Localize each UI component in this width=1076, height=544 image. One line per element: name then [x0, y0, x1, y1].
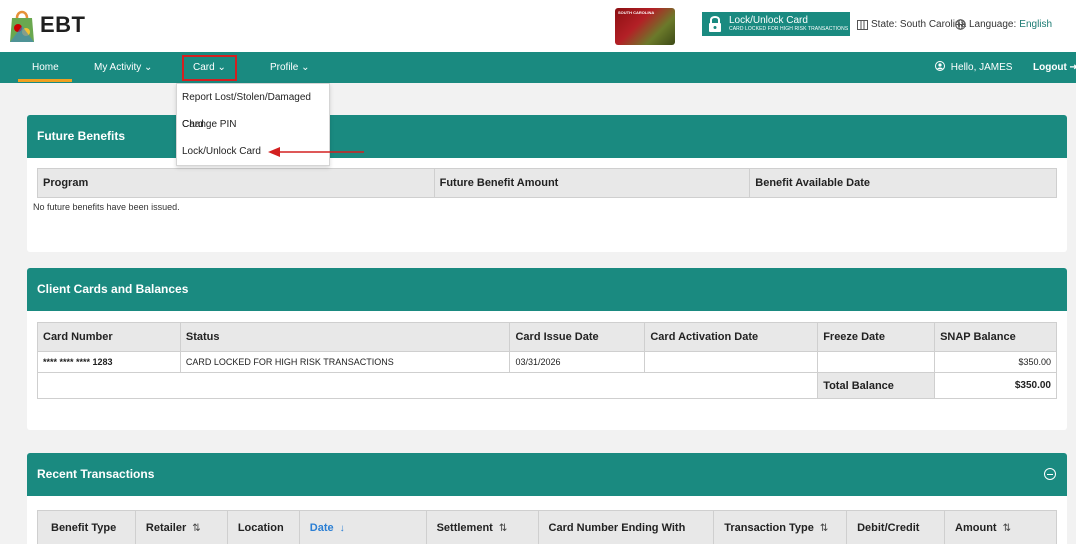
nav-my-activity-label: My Activity	[94, 62, 142, 73]
card-image-caption: SOUTH CAROLINA	[618, 10, 655, 15]
col-benefit-type: Benefit Type	[37, 510, 136, 544]
snap-balance-cell: $350.00	[934, 351, 1057, 373]
chevron-down-icon: ⌄	[144, 62, 153, 73]
nav-my-activity[interactable]: My Activity ⌄	[94, 52, 152, 83]
nav-profile[interactable]: Profile ⌄	[270, 52, 310, 83]
logout-button[interactable]: Logout ⇥	[1033, 52, 1076, 83]
activation-date-cell	[644, 351, 819, 373]
lock-button-subtitle: CARD LOCKED FOR HIGH RISK TRANSACTIONS	[729, 25, 849, 32]
lock-button-title: Lock/Unlock Card	[729, 14, 808, 26]
col-activation-date: Card Activation Date	[644, 322, 819, 352]
col-date[interactable]: Date ↓	[298, 510, 427, 544]
col-amount-label: Amount	[955, 521, 997, 534]
sort-desc-icon: ↓	[339, 522, 345, 534]
user-circle-icon	[935, 61, 945, 71]
client-cards-title: Client Cards and Balances	[27, 268, 1067, 311]
language-value: English	[1019, 19, 1053, 30]
col-transaction-type-label: Transaction Type	[724, 521, 814, 534]
col-debit-credit: Debit/Credit	[846, 510, 946, 544]
total-balance-value: $350.00	[934, 372, 1057, 399]
main-nav: Home My Activity ⌄ Card ⌄ Profile ⌄ Hell…	[0, 52, 1076, 83]
client-cards-panel: Client Cards and Balances Card Number St…	[27, 268, 1067, 430]
sort-icon: ⇅	[498, 522, 508, 534]
greeting-text: Hello, JAMES	[950, 62, 1013, 73]
col-settlement-label: Settlement	[436, 521, 493, 534]
ebt-logo[interactable]: EBT	[8, 6, 86, 44]
col-retailer[interactable]: Retailer ⇅	[134, 510, 228, 544]
language-selector[interactable]: Language: English	[955, 19, 1052, 30]
nav-profile-label: Profile	[270, 62, 299, 73]
language-label: Language:	[969, 19, 1017, 30]
col-card-number: Card Number	[37, 322, 181, 352]
col-program: Program	[37, 168, 435, 198]
col-status: Status	[179, 322, 511, 352]
building-icon	[857, 19, 868, 30]
status-cell: CARD LOCKED FOR HIGH RISK TRANSACTIONS	[179, 351, 511, 373]
total-spacer-cell	[36, 372, 819, 399]
recent-transactions-header: Recent Transactions	[27, 453, 1067, 496]
menu-item-report-lost[interactable]: Report Lost/Stolen/Damaged Card	[177, 84, 329, 130]
logout-label: Logout	[1033, 62, 1067, 73]
red-arrow-annotation	[268, 147, 364, 157]
col-freeze-date: Freeze Date	[817, 322, 936, 352]
col-issue-date: Card Issue Date	[509, 322, 646, 352]
state-selector[interactable]: State: South Carolina	[857, 19, 966, 30]
col-transaction-type[interactable]: Transaction Type ⇅	[713, 510, 848, 544]
state-label: State: South Carolina	[871, 19, 967, 30]
no-benefits-message: No future benefits have been issued.	[33, 202, 180, 212]
freeze-date-cell	[817, 351, 936, 373]
col-retailer-label: Retailer	[145, 521, 187, 534]
col-snap-balance: SNAP Balance	[934, 322, 1057, 352]
card-number-cell: **** **** **** 1283	[37, 351, 181, 373]
user-greeting[interactable]: Hello, JAMES	[935, 52, 1012, 83]
col-settlement[interactable]: Settlement ⇅	[425, 510, 539, 544]
nav-card-label: Card	[193, 62, 215, 73]
menu-item-change-pin[interactable]: Change PIN	[177, 111, 329, 138]
logo-text: EBT	[40, 12, 86, 37]
total-balance-label: Total Balance	[817, 372, 936, 399]
col-amount[interactable]: Amount ⇅	[944, 510, 1057, 544]
sort-icon: ⇅	[1002, 522, 1011, 534]
col-location: Location	[226, 510, 300, 544]
lock-unlock-card-button[interactable]: Lock/Unlock Card CARD LOCKED FOR HIGH RI…	[702, 12, 850, 36]
future-benefits-table: Program Future Benefit Amount Benefit Av…	[37, 168, 1057, 198]
recent-transactions-title: Recent Transactions	[37, 467, 155, 481]
globe-icon	[955, 19, 966, 30]
chevron-down-icon: ⌄	[301, 62, 310, 73]
table-row: **** **** **** 1283 CARD LOCKED FOR HIGH…	[37, 351, 1057, 373]
total-row: Total Balance $350.00	[36, 372, 1057, 399]
col-card-ending: Card Number Ending With	[537, 510, 715, 544]
lock-icon	[709, 16, 721, 32]
client-cards-table: Card Number Status Card Issue Date Card …	[36, 322, 1057, 399]
logout-icon: ⇥	[1069, 62, 1076, 73]
recent-transactions-panel: Recent Transactions Benefit Type Retaile…	[27, 453, 1067, 544]
chevron-down-icon: ⌄	[217, 62, 226, 73]
nav-home-label: Home	[32, 62, 59, 73]
sort-icon: ⇅	[819, 522, 829, 534]
nav-home[interactable]: Home	[18, 52, 72, 82]
collapse-icon[interactable]	[1044, 468, 1056, 480]
col-future-amount: Future Benefit Amount	[433, 168, 751, 198]
ebt-card-image: SOUTH CAROLINA	[615, 8, 675, 45]
sort-icon: ⇅	[192, 522, 201, 534]
shopping-bag-icon	[10, 10, 34, 42]
transactions-table: Benefit Type Retailer ⇅ Location Date ↓ Se…	[37, 510, 1057, 544]
issue-date-cell: 03/31/2026	[509, 351, 646, 373]
col-date-label: Date	[309, 521, 334, 534]
nav-card[interactable]: Card ⌄	[182, 55, 237, 81]
col-available-date: Benefit Available Date	[749, 168, 1057, 198]
top-header: EBT SOUTH CAROLINA Lock/Unlock Card CARD…	[0, 0, 1076, 52]
